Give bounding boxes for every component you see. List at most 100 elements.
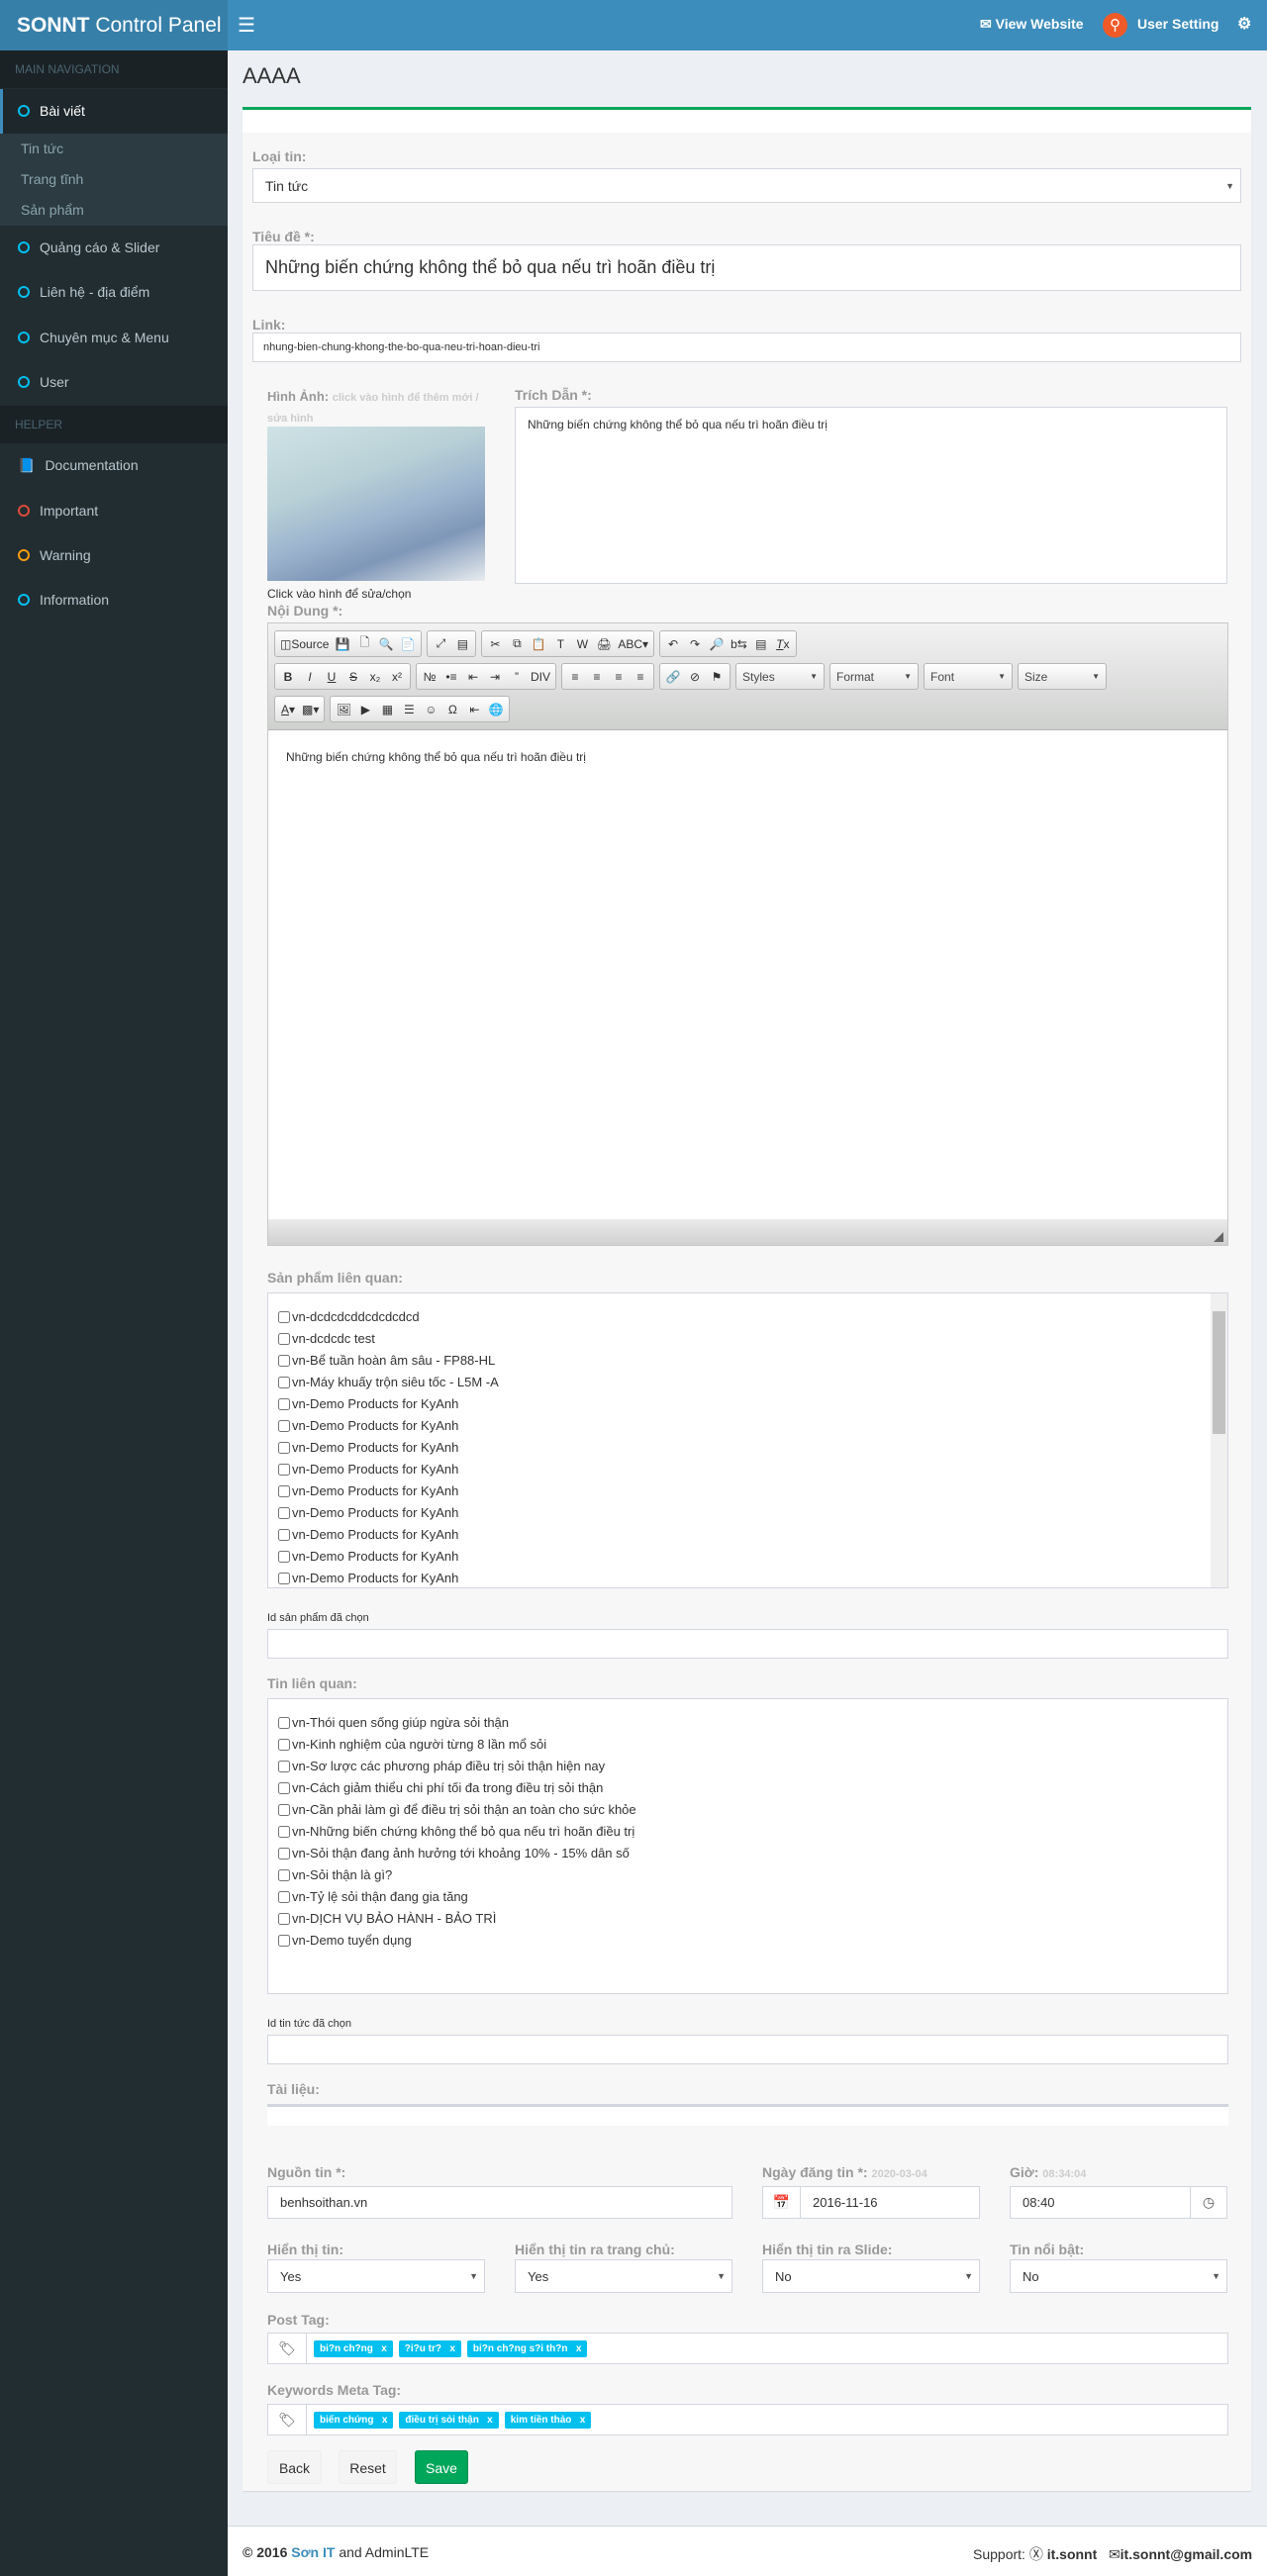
post-image[interactable] [267,427,485,581]
sidebar-item-bai-viet[interactable]: Bài viết [0,89,228,134]
checkbox[interactable] [278,1935,290,1947]
image-button[interactable]: 🖼 [333,699,354,720]
checkbox[interactable] [278,1573,290,1584]
remove-tag-icon[interactable]: x [449,2343,455,2354]
checkbox[interactable] [278,1507,290,1519]
replace-button[interactable]: b⇆ [728,633,750,655]
editor-content[interactable]: Những biến chứng không thể bỏ qua nếu tr… [268,730,1227,1219]
checkbox[interactable] [278,1717,290,1729]
sidebar-item-lien-he[interactable]: Liên hệ - địa điểm [0,270,228,315]
sidebar-subitem-san-pham[interactable]: Sản phẩm [0,195,228,226]
list-item[interactable]: vn-Demo Products for KyAnh [278,1459,1227,1480]
list-item[interactable]: vn-Những biến chứng không thể bỏ qua nếu… [278,1821,1227,1843]
bgcolor-button[interactable]: ▩▾ [299,699,322,720]
list-item[interactable]: vn-Máy khuấy trộn siêu tốc - L5M -A [278,1372,1227,1393]
checkbox[interactable] [278,1464,290,1476]
list-item[interactable]: vn-Demo Products for KyAnh [278,1437,1227,1459]
specialchar-button[interactable]: Ω [441,699,463,720]
underline-button[interactable]: U [321,666,342,688]
paste-button[interactable]: 📋 [528,633,549,655]
spellcheck-button[interactable]: ABC▾ [615,633,651,655]
italic-button[interactable]: I [299,666,321,688]
skype-link[interactable]: it.sonnt [1047,2546,1098,2562]
checkbox[interactable] [278,1891,290,1903]
calendar-icon[interactable]: 📅 [762,2186,801,2219]
display-select[interactable]: Yes ▼ [515,2259,732,2293]
checkbox[interactable] [278,1398,290,1410]
pastetext-button[interactable]: T [549,633,571,655]
sidebar-item-documentation[interactable]: 📘 Documentation [0,443,228,488]
user-setting-link[interactable]: User Setting [1137,16,1218,32]
checkbox[interactable] [278,1355,290,1367]
list-item[interactable]: vn-Demo Products for KyAnh [278,1393,1227,1415]
list-item[interactable]: vn-Demo Products for KyAnh [278,1524,1227,1546]
list-item[interactable]: vn-dcdcdc test [278,1328,1227,1350]
cut-button[interactable]: ✂ [484,633,506,655]
remove-tag-icon[interactable]: x [382,2415,388,2426]
link-button[interactable]: 🔗 [662,666,684,688]
sidebar-subitem-tin-tuc[interactable]: Tin tức [0,134,228,164]
remove-tag-icon[interactable]: x [580,2415,586,2426]
email-link[interactable]: it.sonnt@gmail.com [1121,2546,1252,2562]
display-select[interactable]: No ▼ [1010,2259,1227,2293]
list-item[interactable]: vn-Sơ lược các phương pháp điều trị sỏi … [278,1756,1227,1777]
checkbox[interactable] [278,1333,290,1345]
list-item[interactable]: vn-Demo Products for KyAnh [278,1546,1227,1568]
remove-tag-icon[interactable]: x [576,2343,582,2354]
redo-button[interactable]: ↷ [684,633,706,655]
bulletedlist-button[interactable]: •≡ [440,666,462,688]
removeformat-button[interactable]: Tx [772,633,794,655]
bold-button[interactable]: B [277,666,299,688]
checkbox[interactable] [278,1311,290,1323]
time-input[interactable]: 08:40 [1010,2186,1191,2219]
strike-button[interactable]: S [342,666,364,688]
indent-button[interactable]: ⇥ [484,666,506,688]
title-input[interactable]: Những biến chứng không thể bỏ qua nếu tr… [252,244,1241,291]
justify-button[interactable]: ≡ [630,666,651,688]
undo-button[interactable]: ↶ [662,633,684,655]
list-item[interactable]: vn-dcdcdcddcdcdcdcd [278,1306,1227,1328]
list-item[interactable]: vn-Cần phải làm gì để điều trị sỏi thận … [278,1799,1227,1821]
remove-tag-icon[interactable]: x [381,2343,387,2354]
alignleft-button[interactable]: ≡ [564,666,586,688]
meta-tag-input[interactable]: biến chứng x điều trị sỏi thận x kim tiền … [306,2404,1228,2435]
list-item[interactable]: vn-Sỏi thận đang ảnh hưởng tới khoảng 10… [278,1843,1227,1864]
sidebar-toggle-icon[interactable]: ☰ [238,13,255,38]
checkbox[interactable] [278,1739,290,1751]
showblocks-button[interactable]: ▤ [451,633,473,655]
anchor-button[interactable]: ⚑ [706,666,728,688]
source-button[interactable]: ◫ Source [277,633,332,655]
checkbox[interactable] [278,1869,290,1881]
display-select[interactable]: Yes ▼ [267,2259,485,2293]
checkbox[interactable] [278,1804,290,1816]
templates-button[interactable]: 📄 [397,633,419,655]
source-input[interactable]: benhsoithan.vn [267,2186,732,2219]
table-button[interactable]: ▦ [376,699,398,720]
find-button[interactable]: 🔎 [706,633,728,655]
checkbox[interactable] [278,1782,290,1794]
blockquote-button[interactable]: ” [506,666,528,688]
checkbox[interactable] [278,1913,290,1925]
checkbox[interactable] [278,1485,290,1497]
sidebar-item-user[interactable]: User [0,360,228,405]
aligncenter-button[interactable]: ≡ [586,666,608,688]
resize-handle-icon[interactable] [1214,1232,1223,1242]
product-ids-input[interactable] [267,1629,1228,1659]
checkbox[interactable] [278,1551,290,1563]
subscript-button[interactable]: x₂ [364,666,386,688]
maximize-button[interactable]: ⤢ [430,633,451,655]
copy-button[interactable]: ⧉ [506,633,528,655]
remove-tag-icon[interactable]: x [487,2415,493,2426]
logo[interactable]: SONNT Control Panel [0,0,228,50]
preview-button[interactable]: 🔍 [375,633,397,655]
youtube-button[interactable]: ▶ [354,699,376,720]
gears-icon[interactable]: ⚙ [1237,14,1251,34]
list-item[interactable]: vn-Kinh nghiệm của người từng 8 lần mổ s… [278,1734,1227,1756]
horizontalrule-button[interactable]: ☰ [398,699,420,720]
print-button[interactable]: 🖨 [593,633,615,655]
type-select[interactable]: Tin tức ▼ [252,168,1241,203]
checkbox[interactable] [278,1377,290,1388]
view-website-link[interactable]: ✉ View Website [980,16,1084,33]
quote-textarea[interactable]: Những biến chứng không thể bỏ qua nếu tr… [515,407,1227,584]
smiley-button[interactable]: ☺ [420,699,441,720]
